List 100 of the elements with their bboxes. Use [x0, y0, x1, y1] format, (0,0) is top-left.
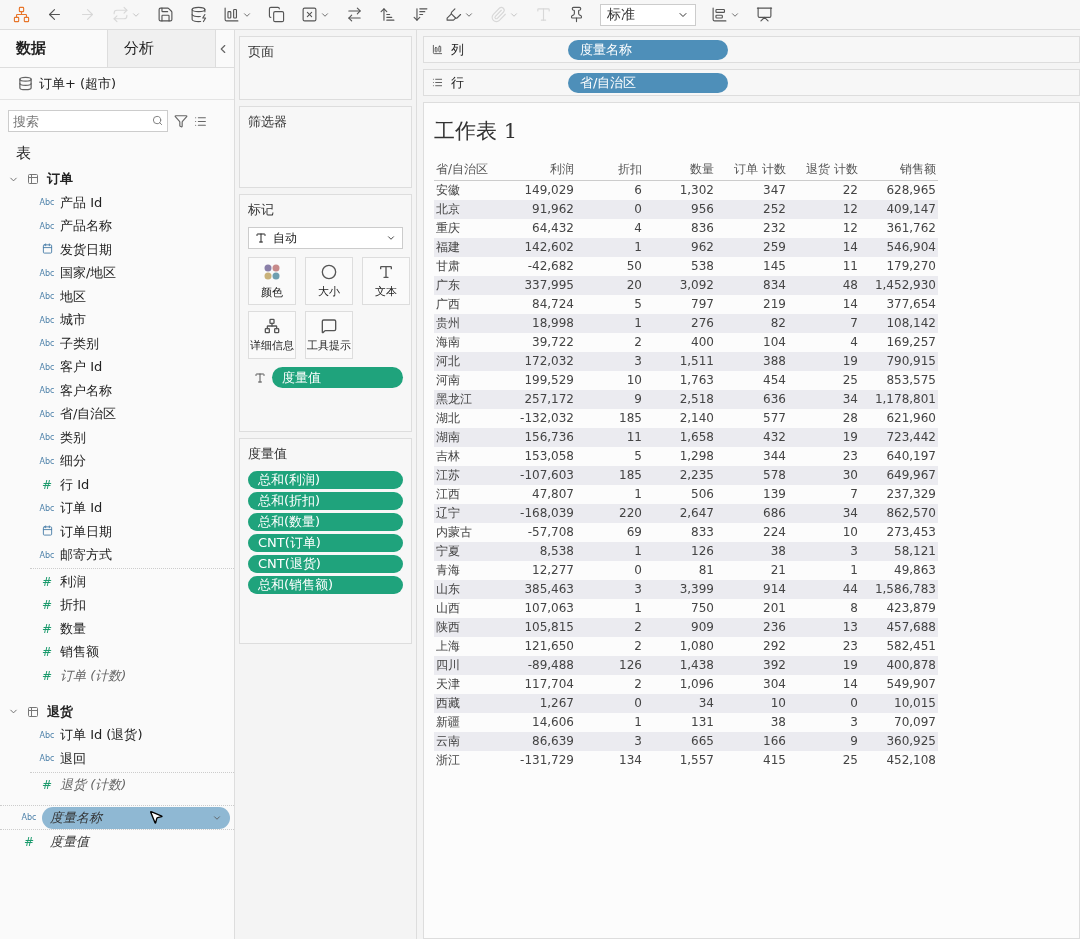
mark-property-button[interactable]: 颜色	[248, 257, 296, 305]
field-name[interactable]: 数量	[60, 619, 86, 638]
table-cell-text: 1,763	[678, 372, 715, 389]
field-name[interactable]: 客户名称	[60, 381, 112, 400]
card-title: 页面	[248, 43, 275, 61]
table-cell-text: 185	[618, 410, 643, 427]
table-cell: -168,039	[502, 504, 576, 523]
card-title: 标记	[248, 201, 275, 219]
mark-property-button[interactable]: 大小	[305, 257, 353, 305]
table-cell-text: 640,197	[885, 448, 937, 465]
table-cell: 14	[788, 238, 860, 257]
string-type-icon: Abc	[34, 339, 60, 349]
mark-property-button[interactable]: 工具提示	[305, 311, 353, 359]
field-name[interactable]: 细分	[60, 452, 86, 471]
table-cell-text: 8	[849, 600, 859, 617]
table-name[interactable]: 退货	[47, 702, 73, 721]
row-header: 北京	[434, 200, 502, 219]
table-cell-text: 415	[762, 752, 787, 769]
row-header: 河北	[434, 352, 502, 371]
datasource-name[interactable]: 订单+ (超市)	[39, 74, 117, 93]
field-name[interactable]: 地区	[60, 287, 86, 306]
field-name[interactable]: 销售额	[60, 643, 99, 662]
datasource-icon[interactable]	[18, 76, 33, 91]
field-name[interactable]: 产品 Id	[60, 193, 103, 212]
field-name[interactable]: 订单 (计数)	[60, 666, 127, 685]
table-cell-text: 1	[633, 600, 643, 617]
dimension-pill[interactable]: 度量名称	[568, 39, 728, 60]
table-cell: -107,603	[502, 466, 576, 485]
columns-icon	[432, 44, 443, 55]
filter-icon[interactable]	[174, 114, 188, 128]
view-options-icon[interactable]	[194, 114, 207, 128]
row-header: 贵州	[434, 314, 502, 333]
field-name[interactable]: 省/自治区	[60, 405, 117, 424]
field-name[interactable]: 退货 (计数)	[60, 776, 127, 795]
table-cell: 723,442	[860, 428, 938, 447]
field-name[interactable]: 发货日期	[60, 240, 112, 259]
row-header: 陕西	[434, 618, 502, 637]
mark-property-button[interactable]: 文本	[362, 257, 410, 305]
table-cell: 2,235	[644, 466, 716, 485]
mark-type-select[interactable]: 自动	[248, 227, 403, 249]
field-name[interactable]: 订单 Id	[60, 499, 103, 518]
table-cell: 636	[716, 390, 788, 409]
table-cell-text: 377,654	[885, 296, 937, 313]
shelf-label: 行	[451, 73, 464, 92]
table-cell-text: 25	[841, 752, 859, 769]
table-cell-text: 628,965	[885, 182, 937, 199]
table-cell-text: 1,080	[678, 638, 715, 655]
table-cell: 19	[788, 656, 860, 675]
field-name[interactable]: 国家/地区	[60, 264, 117, 283]
table-cell: 360,925	[860, 732, 938, 751]
field-name[interactable]: 客户 Id	[60, 358, 103, 377]
field-name[interactable]: 行 Id	[60, 475, 90, 494]
column-header[interactable]: 退货 计数	[788, 161, 860, 181]
table-cell: 10	[716, 694, 788, 713]
caret-icon[interactable]	[386, 233, 396, 243]
column-header[interactable]: 销售额	[860, 161, 938, 181]
field-name[interactable]: 订单 Id (退货)	[60, 726, 143, 745]
calendar-icon	[41, 525, 53, 537]
field-name[interactable]: 城市	[60, 311, 86, 330]
table-cell: 236	[716, 618, 788, 637]
column-header[interactable]: 利润	[502, 161, 576, 181]
field-name[interactable]: 子类别	[60, 334, 99, 353]
table-cell-text: 1,298	[678, 448, 715, 465]
table-cell: 0	[576, 694, 644, 713]
string-type-icon: Abc	[34, 221, 60, 231]
table-cell: 3,399	[644, 580, 716, 599]
table-cell-text: 7	[849, 486, 859, 503]
search-field[interactable]: 搜索	[8, 110, 168, 132]
column-header[interactable]: 数量	[644, 161, 716, 181]
field-name[interactable]: 利润	[60, 572, 86, 591]
row-header: 福建	[434, 238, 502, 257]
pane-tab[interactable]: 分析	[108, 30, 216, 67]
table-cell-text: 577	[762, 410, 787, 427]
string-type-icon: Abc	[34, 362, 60, 372]
mark-property-button[interactable]: 详细信息	[248, 311, 296, 359]
field-name[interactable]: 邮寄方式	[60, 546, 112, 565]
field-pill[interactable]: 度量名称	[42, 806, 230, 829]
dimension-pill[interactable]: 省/自治区	[568, 72, 728, 93]
fit-select[interactable]: 标准	[600, 3, 696, 26]
string-type-icon: Abc	[34, 433, 60, 443]
string-type-icon: Abc	[34, 268, 60, 278]
field-name[interactable]: 订单日期	[60, 522, 112, 541]
search-icon[interactable]	[152, 115, 163, 126]
table-name[interactable]: 订单	[47, 170, 73, 188]
field-name[interactable]: 类别	[60, 428, 86, 447]
row-header: 辽宁	[434, 504, 502, 523]
number-type-icon: #	[34, 574, 60, 589]
table-cell-text: 14,606	[531, 714, 575, 731]
field-name[interactable]: 退回	[60, 749, 86, 768]
field-pill[interactable]: 度量值	[42, 830, 230, 853]
field-name[interactable]: 产品名称	[60, 217, 112, 236]
table-cell-text: 47,807	[531, 486, 575, 503]
column-header[interactable]: 省/自治区	[434, 161, 502, 181]
circles-icon	[321, 263, 337, 280]
table-cell: 665	[644, 732, 716, 751]
table-cell-text: 0	[633, 562, 643, 579]
card-title: 度量值	[248, 445, 288, 463]
column-header[interactable]: 折扣	[576, 161, 644, 181]
field-name[interactable]: 折扣	[60, 596, 86, 615]
column-header[interactable]: 订单 计数	[716, 161, 788, 181]
